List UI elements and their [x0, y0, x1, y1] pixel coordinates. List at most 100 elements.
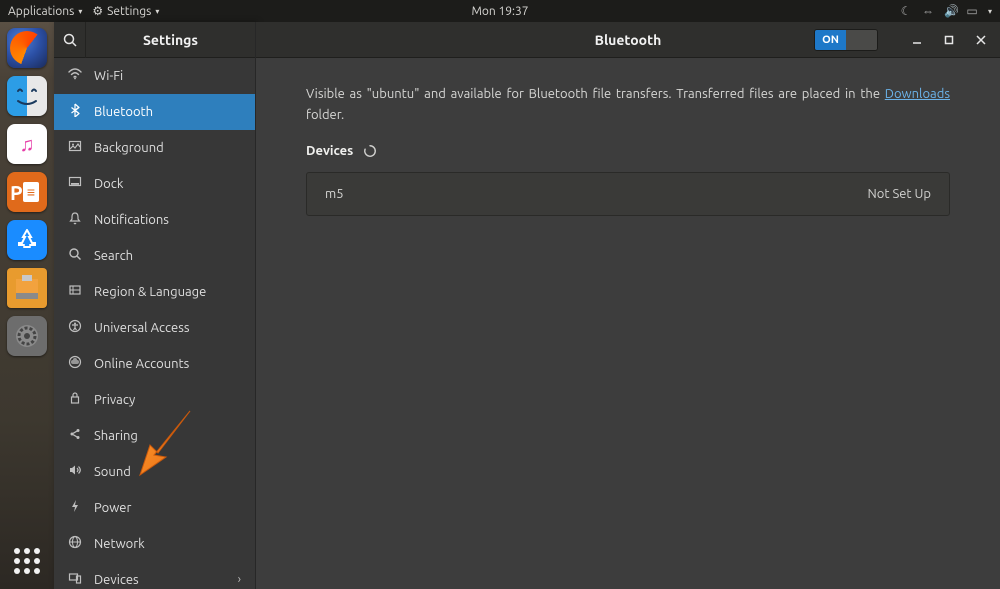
devices-label: Devices: [306, 144, 353, 158]
sidebar-item-online[interactable]: Online Accounts: [54, 346, 255, 382]
sidebar-title: Settings: [86, 32, 255, 48]
sidebar-item-wifi[interactable]: Wi-Fi: [54, 58, 255, 94]
settings-main: Bluetooth ON: [256, 22, 1000, 589]
sound-icon: [68, 463, 82, 480]
settings-window: Settings Wi-Fi Bluetooth Background Dock Not…: [54, 22, 1000, 589]
sidebar-item-label: Wi-Fi: [94, 69, 123, 83]
sidebar-item-universal[interactable]: Universal Access: [54, 310, 255, 346]
main-content: Visible as "ubuntu" and available for Bl…: [256, 58, 1000, 242]
sidebar-item-label: Devices: [94, 573, 139, 587]
toggle-on-label: ON: [815, 30, 846, 50]
sidebar-item-network[interactable]: Network: [54, 526, 255, 562]
applications-menu[interactable]: Applications ▾: [8, 5, 82, 18]
device-status: Not Set Up: [867, 187, 931, 201]
clock-text: Mon 19:37: [471, 5, 528, 18]
sidebar-item-label: Privacy: [94, 393, 135, 407]
sidebar-item-label: Online Accounts: [94, 357, 189, 371]
network-indicator-icon: ⇔: [922, 4, 934, 18]
devices-icon: [68, 571, 82, 588]
downloads-link[interactable]: Downloads: [885, 87, 950, 101]
dock-firefox-icon[interactable]: [7, 28, 47, 68]
device-name: m5: [325, 187, 344, 201]
sidebar-item-label: Bluetooth: [94, 105, 153, 119]
main-header: Bluetooth ON: [256, 22, 1000, 58]
dock-appstore-icon[interactable]: [7, 220, 47, 260]
settings-app-icon: ⚙: [92, 4, 103, 18]
search-icon: [68, 247, 82, 264]
battery-indicator-icon: ▭: [966, 4, 978, 18]
desktop-dock: ♫ ≡ P: [0, 22, 54, 589]
background-icon: [68, 139, 82, 156]
sidebar-item-label: Dock: [94, 177, 123, 191]
desc-post: folder.: [306, 108, 344, 122]
minimize-button[interactable]: [908, 31, 926, 49]
sidebar-item-label: Region & Language: [94, 285, 206, 299]
system-indicators[interactable]: ☾ ⇔ 🔊 ▭ ▾: [900, 4, 992, 18]
cloud-icon: [68, 355, 82, 372]
sidebar-item-bluetooth[interactable]: Bluetooth: [54, 94, 255, 130]
sidebar-item-notifications[interactable]: Notifications: [54, 202, 255, 238]
sidebar-item-search[interactable]: Search: [54, 238, 255, 274]
wifi-icon: [68, 67, 82, 84]
bell-icon: [68, 211, 82, 228]
globe-icon: [68, 283, 82, 300]
show-applications-button[interactable]: [7, 541, 47, 581]
search-icon: [63, 33, 77, 47]
dock-disk-icon[interactable]: [7, 268, 47, 308]
share-icon: [68, 427, 82, 444]
dock-presentation-icon[interactable]: ≡ P: [7, 172, 47, 212]
chevron-down-icon: ▾: [988, 7, 992, 16]
sidebar-item-region[interactable]: Region & Language: [54, 274, 255, 310]
clock[interactable]: Mon 19:37: [471, 5, 528, 18]
dock-icon: [68, 175, 82, 192]
bluetooth-toggle[interactable]: ON: [814, 29, 878, 51]
sidebar-item-label: Universal Access: [94, 321, 189, 335]
sidebar-item-label: Power: [94, 501, 131, 515]
settings-sidebar: Settings Wi-Fi Bluetooth Background Dock Not…: [54, 22, 256, 589]
sidebar-list: Wi-Fi Bluetooth Background Dock Notification…: [54, 58, 255, 589]
sidebar-item-power[interactable]: Power: [54, 490, 255, 526]
toggle-off-slot: [846, 30, 877, 50]
volume-indicator-icon: 🔊: [944, 4, 956, 18]
sidebar-item-label: Sharing: [94, 429, 138, 443]
power-icon: [68, 499, 82, 516]
sidebar-item-dock[interactable]: Dock: [54, 166, 255, 202]
sidebar-item-background[interactable]: Background: [54, 130, 255, 166]
sidebar-item-label: Notifications: [94, 213, 169, 227]
devices-list: m5 Not Set Up: [306, 172, 950, 216]
dock-finder-icon[interactable]: [7, 76, 47, 116]
network-icon: [68, 535, 82, 552]
chevron-right-icon: ›: [238, 573, 241, 586]
sidebar-item-label: Network: [94, 537, 145, 551]
sidebar-item-label: Search: [94, 249, 133, 263]
settings-menu-label: Settings: [107, 5, 151, 18]
bluetooth-icon: [68, 103, 82, 120]
spinner-icon: [363, 144, 377, 158]
applications-label: Applications: [8, 5, 74, 18]
device-row[interactable]: m5 Not Set Up: [307, 173, 949, 215]
sidebar-item-privacy[interactable]: Privacy: [54, 382, 255, 418]
maximize-button[interactable]: [940, 31, 958, 49]
desc-pre: Visible as "ubuntu" and available for Bl…: [306, 87, 885, 101]
night-icon: ☾: [900, 4, 912, 18]
accessibility-icon: [68, 319, 82, 336]
dock-settings-icon[interactable]: [7, 316, 47, 356]
close-button[interactable]: [972, 31, 990, 49]
sidebar-item-sharing[interactable]: Sharing: [54, 418, 255, 454]
bluetooth-description: Visible as "ubuntu" and available for Bl…: [306, 84, 950, 126]
chevron-down-icon: ▾: [78, 7, 82, 16]
sidebar-item-devices[interactable]: Devices ›: [54, 562, 255, 589]
top-panel: Applications ▾ ⚙ Settings ▾ Mon 19:37 ☾ …: [0, 0, 1000, 22]
settings-menu[interactable]: ⚙ Settings ▾: [92, 4, 159, 18]
lock-icon: [68, 391, 82, 408]
chevron-down-icon: ▾: [155, 7, 159, 16]
sidebar-item-label: Background: [94, 141, 164, 155]
sidebar-item-label: Sound: [94, 465, 131, 479]
sidebar-header: Settings: [54, 22, 255, 58]
apps-grid-icon: [14, 548, 40, 574]
search-button[interactable]: [54, 22, 86, 58]
dock-music-icon[interactable]: ♫: [7, 124, 47, 164]
sidebar-item-sound[interactable]: Sound: [54, 454, 255, 490]
page-title: Bluetooth: [595, 32, 662, 48]
devices-heading: Devices: [306, 144, 950, 158]
